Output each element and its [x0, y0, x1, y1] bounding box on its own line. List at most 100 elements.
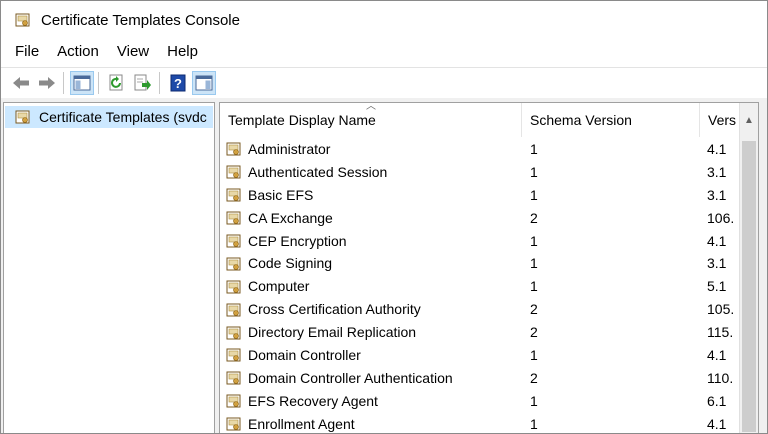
certificate-template-icon — [226, 303, 241, 317]
sort-ascending-icon: ︿ — [366, 103, 376, 112]
help-button[interactable]: ? — [166, 71, 190, 95]
console-tree-pane: Certificate Templates (svdc — [3, 102, 215, 433]
tree-item-certificate-templates[interactable]: Certificate Templates (svdc — [5, 106, 213, 128]
toolbar: ? — [1, 67, 767, 98]
cell-template-name: EFS Recovery Agent — [226, 390, 522, 413]
table-row[interactable]: Administrator 1 4.1 — [220, 138, 740, 161]
cell-version: 3.1 — [707, 163, 727, 180]
column-header-version[interactable]: Vers — [700, 103, 740, 137]
toolbar-separator — [159, 72, 160, 94]
certificate-templates-icon — [15, 110, 30, 124]
cell-template-name: Computer — [226, 275, 522, 298]
table-row[interactable]: CA Exchange 2 106. — [220, 207, 740, 230]
cell-template-name: Domain Controller — [226, 344, 522, 367]
cell-version: 4.1 — [707, 232, 727, 249]
refresh-icon — [109, 74, 123, 91]
cell-schema-version: 2 — [530, 369, 538, 386]
cell-version: 3.1 — [707, 255, 727, 272]
cell-version: 4.1 — [707, 415, 727, 432]
table-row[interactable]: Code Signing 1 3.1 — [220, 252, 740, 275]
column-header-schema-version[interactable]: Schema Version — [522, 103, 700, 137]
back-button[interactable] — [9, 71, 33, 95]
column-header-label: Schema Version — [530, 112, 632, 128]
template-name: Enrollment Agent — [248, 415, 355, 432]
toolbar-separator — [63, 72, 64, 94]
export-list-icon — [134, 74, 151, 91]
list-header: ︿ Template Display Name Schema Version V… — [220, 103, 740, 137]
column-header-template-display-name[interactable]: ︿ Template Display Name — [220, 103, 522, 137]
console-window: Certificate Templates Console File Actio… — [0, 0, 768, 434]
show-hide-action-pane-icon — [195, 75, 213, 91]
cell-version: 3.1 — [707, 186, 727, 203]
menu-file[interactable]: File — [1, 39, 48, 65]
scroll-up-icon[interactable]: ▲ — [740, 115, 758, 129]
template-name: Domain Controller — [248, 347, 361, 364]
cell-template-name: CEP Encryption — [226, 230, 522, 253]
certificate-template-icon — [226, 188, 241, 202]
toolbar-separator — [98, 72, 99, 94]
right-edge — [759, 102, 767, 433]
content-area: Certificate Templates (svdc ︿ Template D… — [1, 98, 767, 433]
table-row[interactable]: Cross Certification Authority 2 105. — [220, 298, 740, 321]
templates-list-pane: ︿ Template Display Name Schema Version V… — [219, 102, 759, 433]
table-row[interactable]: Authenticated Session 1 3.1 — [220, 161, 740, 184]
title-bar[interactable]: Certificate Templates Console — [1, 1, 767, 39]
menu-action[interactable]: Action — [48, 39, 108, 65]
cell-schema-version: 1 — [530, 232, 538, 249]
template-name: Authenticated Session — [248, 163, 388, 180]
cell-schema-version: 1 — [530, 278, 538, 295]
cell-schema-version: 1 — [530, 347, 538, 364]
table-row[interactable]: EFS Recovery Agent 1 6.1 — [220, 390, 740, 413]
forward-button[interactable] — [35, 71, 59, 95]
template-name: CEP Encryption — [248, 232, 347, 249]
cell-template-name: Administrator — [226, 138, 522, 161]
menu-help[interactable]: Help — [158, 39, 207, 65]
cell-schema-version: 1 — [530, 186, 538, 203]
certificate-template-icon — [226, 211, 241, 225]
cell-schema-version: 1 — [530, 392, 538, 409]
show-hide-tree-icon — [73, 75, 91, 91]
table-row[interactable]: Basic EFS 1 3.1 — [220, 184, 740, 207]
certificate-template-icon — [226, 165, 241, 179]
show-hide-tree-button[interactable] — [70, 71, 94, 95]
svg-text:?: ? — [174, 76, 182, 91]
menu-view[interactable]: View — [108, 39, 158, 65]
cell-version: 5.1 — [707, 278, 727, 295]
template-name: Cross Certification Authority — [248, 301, 421, 318]
certificate-app-icon — [15, 13, 30, 27]
cell-template-name: Directory Email Replication — [226, 321, 522, 344]
table-row[interactable]: CEP Encryption 1 4.1 — [220, 230, 740, 253]
template-name: Computer — [248, 278, 310, 295]
table-row[interactable]: Domain Controller Authentication 2 110. — [220, 367, 740, 390]
table-row[interactable]: Enrollment Agent 1 4.1 — [220, 413, 740, 433]
certificate-template-icon — [226, 280, 241, 294]
table-row[interactable]: Directory Email Replication 2 115. — [220, 321, 740, 344]
cell-template-name: CA Exchange — [226, 207, 522, 230]
cell-version: 6.1 — [707, 392, 727, 409]
show-hide-action-pane-button[interactable] — [192, 71, 216, 95]
cell-template-name: Domain Controller Authentication — [226, 367, 522, 390]
scrollbar-thumb[interactable] — [742, 141, 756, 432]
cell-schema-version: 2 — [530, 209, 538, 226]
certificate-template-icon — [226, 417, 241, 431]
export-list-button[interactable] — [131, 71, 155, 95]
table-row[interactable]: Computer 1 5.1 — [220, 275, 740, 298]
pane-splitter[interactable] — [215, 102, 218, 433]
cell-version: 110. — [707, 369, 734, 386]
vertical-scrollbar[interactable]: ▲ — [739, 103, 758, 433]
cell-schema-version: 2 — [530, 324, 538, 341]
cell-version: 4.1 — [707, 347, 727, 364]
column-header-label: Template Display Name — [228, 112, 376, 128]
refresh-button[interactable] — [105, 71, 129, 95]
template-name: Administrator — [248, 141, 331, 157]
forward-arrow-icon — [39, 77, 55, 89]
cell-version: 106. — [707, 209, 735, 226]
template-rows: Administrator 1 4.1 Authenticated Session 1 3… — [220, 138, 740, 433]
help-icon: ? — [170, 74, 186, 92]
template-name: Domain Controller Authentication — [248, 369, 453, 386]
cell-template-name: Code Signing — [226, 252, 522, 275]
certificate-template-icon — [226, 394, 241, 408]
back-arrow-icon — [13, 77, 29, 89]
table-row[interactable]: Domain Controller 1 4.1 — [220, 344, 740, 367]
cell-template-name: Cross Certification Authority — [226, 298, 522, 321]
